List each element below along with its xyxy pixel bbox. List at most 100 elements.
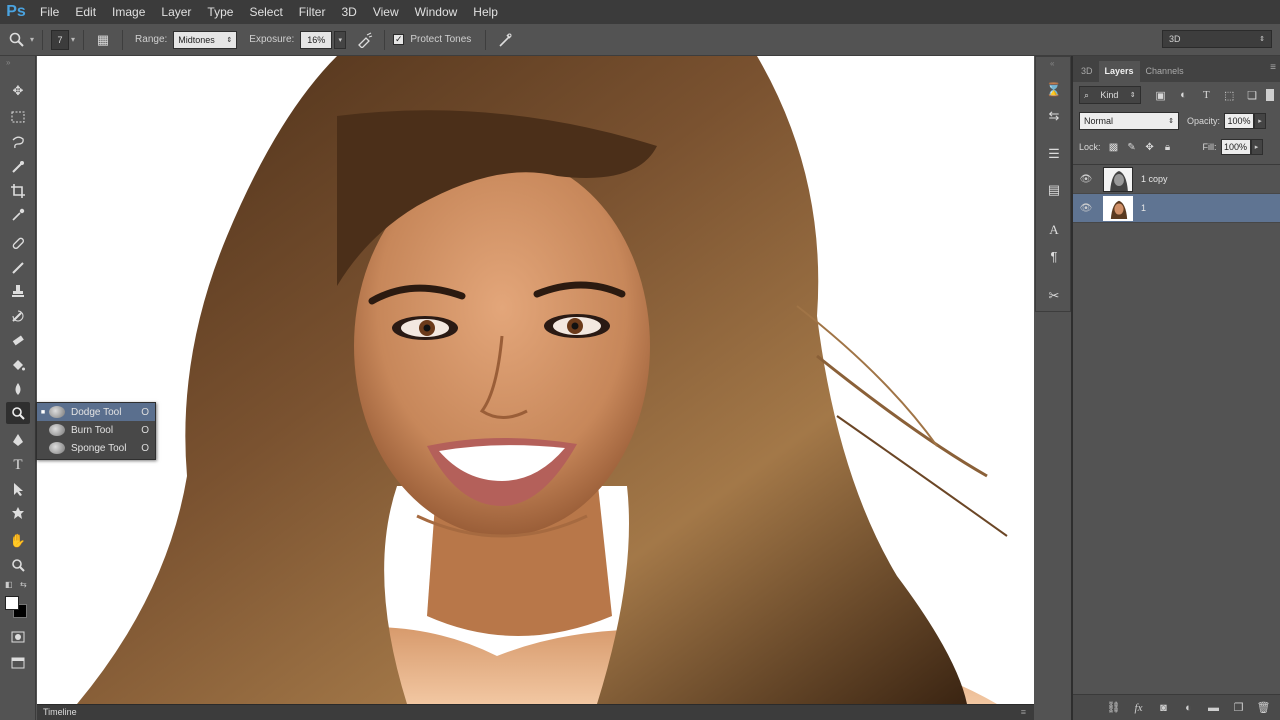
protect-tones-checkbox[interactable]: ✓ <box>393 34 405 45</box>
swap-colors-icon[interactable]: ⇆ <box>20 580 27 589</box>
menu-edit[interactable]: Edit <box>67 0 104 24</box>
collapse-icon[interactable]: » <box>6 58 10 67</box>
blur-tool-icon[interactable] <box>6 378 30 400</box>
panel-menu-icon[interactable]: ≡ <box>1021 705 1026 719</box>
paragraph-panel-icon[interactable]: ¶ <box>1042 245 1066 267</box>
visibility-eye-icon[interactable]: 👁︎ <box>1073 203 1099 214</box>
default-colors-icon[interactable]: ◧ <box>5 580 13 589</box>
brush-panel-toggle-icon[interactable]: ▦ <box>92 29 114 51</box>
path-selection-tool-icon[interactable] <box>6 478 30 500</box>
filter-shape-icon[interactable]: ⬚ <box>1219 89 1239 102</box>
filter-adjustment-icon[interactable]: ◐ <box>1174 89 1194 101</box>
menu-window[interactable]: Window <box>407 0 466 24</box>
menu-type[interactable]: Type <box>199 0 241 24</box>
layer-row[interactable]: 👁︎ 1 copy <box>1073 165 1280 194</box>
filter-pixel-icon[interactable]: ▣ <box>1151 89 1171 102</box>
screen-mode-icon[interactable] <box>6 652 30 674</box>
character-panel-icon[interactable]: A <box>1042 219 1066 241</box>
airbrush-icon[interactable] <box>354 29 376 51</box>
link-layers-icon[interactable]: ⛓︎ <box>1101 701 1126 714</box>
timeline-panel[interactable]: Timeline ≡ <box>37 704 1034 720</box>
chevron-down-icon[interactable]: ▾ <box>71 35 75 44</box>
type-tool-icon[interactable]: T <box>6 454 30 476</box>
lock-transparent-icon[interactable]: ▩ <box>1105 142 1123 153</box>
expand-icon[interactable]: « <box>1050 59 1054 68</box>
trash-icon[interactable]: 🗑︎ <box>1251 701 1276 714</box>
document-canvas[interactable] <box>37 56 1034 704</box>
fill-input[interactable]: 100% <box>1220 139 1251 155</box>
panel-menu-icon[interactable]: ≡ <box>1270 62 1276 73</box>
menu-help[interactable]: Help <box>465 0 506 24</box>
flyout-sponge-tool[interactable]: Sponge Tool O <box>37 439 155 457</box>
eraser-tool-icon[interactable] <box>6 329 30 351</box>
tab-layers[interactable]: Layers <box>1098 61 1140 82</box>
paint-bucket-tool-icon[interactable] <box>6 354 30 376</box>
lock-position-icon[interactable]: ✥ <box>1141 142 1159 153</box>
fill-slider-toggle[interactable]: ▸ <box>1250 139 1263 155</box>
menu-view[interactable]: View <box>365 0 407 24</box>
quick-selection-tool-icon[interactable] <box>6 156 30 178</box>
hand-tool-icon[interactable]: ✋ <box>6 530 30 552</box>
adjustments-panel-icon[interactable]: ☰ <box>1042 143 1066 165</box>
opacity-input[interactable]: 100% <box>1224 113 1255 129</box>
history-panel-icon[interactable]: ⌛ <box>1042 79 1066 101</box>
brush-size-picker[interactable]: 7 <box>51 29 70 50</box>
flyout-burn-tool[interactable]: Burn Tool O <box>37 421 155 439</box>
filter-type-icon[interactable]: T <box>1196 89 1216 101</box>
exposure-slider-toggle[interactable]: ▾ <box>334 30 347 49</box>
menu-file[interactable]: File <box>32 0 67 24</box>
chevron-down-icon[interactable]: ▾ <box>30 35 34 44</box>
blend-mode-select[interactable]: Normal ⇕ <box>1079 112 1179 130</box>
opacity-slider-toggle[interactable]: ▸ <box>1254 113 1267 129</box>
tool-presets-panel-icon[interactable]: ✂ <box>1042 285 1066 307</box>
divider <box>122 29 124 50</box>
pen-tool-icon[interactable] <box>6 429 30 451</box>
add-mask-icon[interactable]: ◙ <box>1151 702 1176 714</box>
filter-kind-select[interactable]: ⌕ Kind ⇕ <box>1079 86 1141 104</box>
menu-image[interactable]: Image <box>104 0 153 24</box>
new-layer-icon[interactable]: ❐ <box>1226 701 1251 714</box>
lasso-tool-icon[interactable] <box>6 131 30 153</box>
range-select[interactable]: Midtones ⇕ <box>173 30 238 49</box>
tab-3d[interactable]: 3D <box>1075 61 1099 82</box>
lock-image-icon[interactable]: ✎ <box>1123 142 1141 153</box>
menu-filter[interactable]: Filter <box>291 0 334 24</box>
properties-panel-icon[interactable]: ⇆ <box>1042 105 1066 127</box>
dodge-tool-icon[interactable] <box>6 402 30 424</box>
new-adjustment-layer-icon[interactable]: ◐ <box>1176 702 1201 714</box>
layer-name[interactable]: 1 <box>1141 203 1146 213</box>
eyedropper-tool-icon[interactable] <box>6 204 30 226</box>
tool-preset-picker[interactable] <box>6 29 28 51</box>
new-group-icon[interactable]: ▬ <box>1201 702 1226 714</box>
menu-layer[interactable]: Layer <box>153 0 199 24</box>
visibility-eye-icon[interactable]: 👁︎ <box>1073 174 1099 185</box>
crop-tool-icon[interactable] <box>6 180 30 202</box>
custom-shape-tool-icon[interactable] <box>6 502 30 524</box>
foreground-color-swatch[interactable] <box>5 596 19 610</box>
filter-smart-object-icon[interactable]: ❏ <box>1242 89 1262 102</box>
lock-all-icon[interactable]: 🔒︎ <box>1159 142 1177 153</box>
layer-style-icon[interactable]: fx <box>1126 702 1151 714</box>
pressure-size-icon[interactable] <box>494 29 516 51</box>
quick-mask-icon[interactable] <box>6 626 30 648</box>
exposure-input[interactable]: 16% <box>300 30 333 49</box>
exposure-label: Exposure: <box>249 34 295 45</box>
flyout-dodge-tool[interactable]: ■ Dodge Tool O <box>37 403 155 421</box>
menu-3d[interactable]: 3D <box>333 0 364 24</box>
info-panel-icon[interactable]: ▤ <box>1042 179 1066 201</box>
menu-select[interactable]: Select <box>241 0 290 24</box>
move-tool-icon[interactable]: ✥ <box>6 80 30 102</box>
layer-row-selected[interactable]: 👁︎ 1 <box>1073 194 1280 223</box>
marquee-tool-icon[interactable] <box>6 106 30 128</box>
workspace-switcher[interactable]: 3D ⇕ <box>1162 30 1272 48</box>
filter-toggle-switch[interactable] <box>1266 89 1274 101</box>
layer-name[interactable]: 1 copy <box>1141 174 1168 184</box>
tab-channels[interactable]: Channels <box>1140 61 1190 82</box>
clone-stamp-tool-icon[interactable] <box>6 280 30 302</box>
history-brush-tool-icon[interactable] <box>6 305 30 327</box>
menu-bar: Ps File Edit Image Layer Type Select Fil… <box>0 0 1280 24</box>
zoom-tool-icon[interactable] <box>6 554 30 576</box>
healing-brush-tool-icon[interactable] <box>6 232 30 254</box>
chevron-updown-icon: ⇕ <box>1259 36 1265 43</box>
brush-tool-icon[interactable] <box>6 256 30 278</box>
